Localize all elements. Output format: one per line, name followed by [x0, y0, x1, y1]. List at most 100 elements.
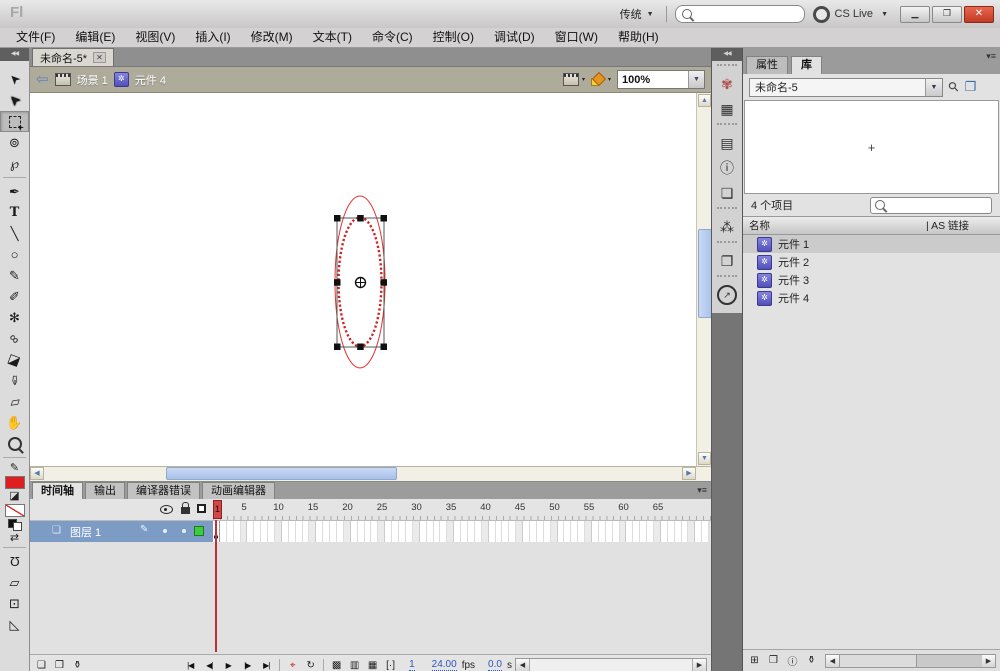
frame-cell[interactable]	[434, 521, 441, 542]
frame-cell[interactable]	[330, 521, 337, 542]
subselection-tool[interactable]: ➤	[0, 90, 29, 111]
frame-cell[interactable]	[661, 521, 668, 542]
frame-cell[interactable]	[399, 521, 406, 542]
frame-cell[interactable]	[289, 521, 296, 542]
frame-cell[interactable]	[378, 521, 385, 542]
frame-cell[interactable]	[620, 521, 627, 542]
frame-cell[interactable]	[275, 521, 282, 542]
layer-item[interactable]: ❏ 图层 1 ✎	[30, 521, 213, 542]
menu-item-0[interactable]: 文件(F)	[6, 28, 65, 47]
frame-cell[interactable]	[316, 521, 323, 542]
frame-cell[interactable]	[247, 521, 254, 542]
lasso-tool[interactable]: ℘	[0, 153, 29, 174]
go-to-last-frame-button[interactable]: ▶|	[258, 657, 274, 671]
menu-item-9[interactable]: 窗口(W)	[545, 28, 608, 47]
scroll-up-icon[interactable]: ▲	[698, 94, 711, 107]
frame-cell[interactable]	[227, 521, 234, 542]
library-item-row[interactable]: ✲元件 1	[743, 235, 1000, 253]
dock-gripper[interactable]	[717, 241, 737, 247]
titlebar-search[interactable]	[675, 5, 805, 23]
menu-item-7[interactable]: 控制(O)	[423, 28, 484, 47]
library-horizontal-scrollbar[interactable]: ◀▶	[825, 654, 996, 668]
playhead-head[interactable]: 1	[213, 500, 222, 519]
swap-colors-button[interactable]: ⇄	[10, 533, 19, 544]
cs-live-button[interactable]: CS Live	[813, 6, 874, 23]
delete-item-button[interactable]: ⚱	[804, 653, 819, 669]
close-tab-icon[interactable]: ✕	[93, 52, 106, 63]
stage-canvas[interactable]: ▲ ▼	[30, 93, 711, 466]
color-panel-icon[interactable]: ✾	[715, 72, 739, 96]
frame-cell[interactable]	[454, 521, 461, 542]
project-panel-icon[interactable]: ❐	[715, 249, 739, 273]
motion-presets-panel-icon[interactable]: ↗	[715, 283, 739, 307]
panel-menu-icon[interactable]: ▾≡	[986, 51, 996, 62]
frame-cell[interactable]	[392, 521, 399, 542]
dock-gripper[interactable]	[717, 64, 737, 70]
frame-cell[interactable]	[220, 521, 227, 542]
onion-skin-button[interactable]: ▩	[329, 657, 344, 671]
dock-gripper[interactable]	[717, 275, 737, 281]
menu-item-2[interactable]: 视图(V)	[125, 28, 185, 47]
show-hide-layers-icon[interactable]	[160, 505, 173, 514]
tab-compiler-errors[interactable]: 编译器错误	[127, 482, 200, 499]
frame-ruler[interactable]: 15101520253035404550556065	[213, 499, 711, 520]
frame-cell[interactable]	[351, 521, 358, 542]
play-button[interactable]: ▶	[220, 657, 236, 671]
frame-cell[interactable]	[613, 521, 620, 542]
frame-cell[interactable]	[647, 521, 654, 542]
tab-motion-editor[interactable]: 动画编辑器	[202, 482, 275, 499]
onion-skin-outlines-button[interactable]: ▥	[347, 657, 362, 671]
line-tool[interactable]: ╲	[0, 223, 29, 244]
library-item-row[interactable]: ✲元件 2	[743, 253, 1000, 271]
expand-panels-button[interactable]: ◀◀	[712, 48, 742, 61]
frame-cell[interactable]	[544, 521, 551, 542]
frame-rate-value[interactable]: 24.00	[432, 659, 457, 671]
menu-item-6[interactable]: 命令(C)	[362, 28, 423, 47]
frame-cell[interactable]	[606, 521, 613, 542]
frame-cell[interactable]	[358, 521, 365, 542]
frame-cell[interactable]	[571, 521, 578, 542]
frame-cell[interactable]	[585, 521, 592, 542]
scroll-right-icon[interactable]: ▶	[692, 659, 706, 671]
frame-cell[interactable]	[682, 521, 689, 542]
paint-bucket-tool[interactable]: ◪	[0, 349, 29, 370]
new-library-panel-icon[interactable]: ❐	[965, 79, 977, 95]
pencil-tool[interactable]: ✎	[0, 265, 29, 286]
delete-layer-button[interactable]: ⚱	[70, 657, 85, 671]
info-panel-icon[interactable]: ⓘ	[715, 156, 739, 180]
frame-cell[interactable]	[413, 521, 420, 542]
loop-playback-button[interactable]: ↻	[303, 657, 318, 671]
scroll-track[interactable]	[530, 659, 692, 671]
document-tab[interactable]: 未命名-5* ✕	[32, 48, 114, 66]
new-folder-button[interactable]: ❒	[766, 653, 781, 669]
frame-cell[interactable]	[675, 521, 682, 542]
frame-cell[interactable]	[282, 521, 289, 542]
titlebar-overflow-icon[interactable]: ▼	[881, 11, 888, 18]
menu-item-5[interactable]: 文本(T)	[303, 28, 362, 47]
deco-tool[interactable]: ✻	[0, 307, 29, 328]
frame-cell[interactable]	[496, 521, 503, 542]
frame-cell[interactable]	[241, 521, 248, 542]
library-search-input[interactable]	[889, 198, 977, 212]
frame-cell[interactable]	[592, 521, 599, 542]
menu-item-4[interactable]: 修改(M)	[241, 28, 303, 47]
layer-lock-dot[interactable]	[182, 529, 186, 533]
oval-tool[interactable]: ○	[0, 244, 29, 265]
bone-tool[interactable]: ∞	[0, 328, 29, 349]
eraser-tool[interactable]: ▱	[0, 391, 29, 412]
horizontal-scrollbar[interactable]: ◀ ▶	[30, 466, 711, 481]
library-document-select[interactable]: 未命名-5 ▼	[749, 78, 943, 97]
fill-color-swatch[interactable]	[5, 504, 25, 517]
selection-tool[interactable]: ➤	[0, 69, 29, 90]
step-forward-one-frame-button[interactable]: |▶	[239, 657, 255, 671]
menu-item-10[interactable]: 帮助(H)	[608, 28, 669, 47]
frame-cell[interactable]	[427, 521, 434, 542]
frame-cell[interactable]	[558, 521, 565, 542]
horizontal-scroll-thumb[interactable]	[166, 467, 397, 480]
text-tool[interactable]: T	[0, 202, 29, 223]
tab-library[interactable]: 库	[791, 56, 822, 74]
dock-gripper[interactable]	[717, 123, 737, 129]
frame-cell[interactable]	[502, 521, 509, 542]
pin-library-icon[interactable]: ⚲	[945, 78, 963, 96]
frame-cell[interactable]	[668, 521, 675, 542]
